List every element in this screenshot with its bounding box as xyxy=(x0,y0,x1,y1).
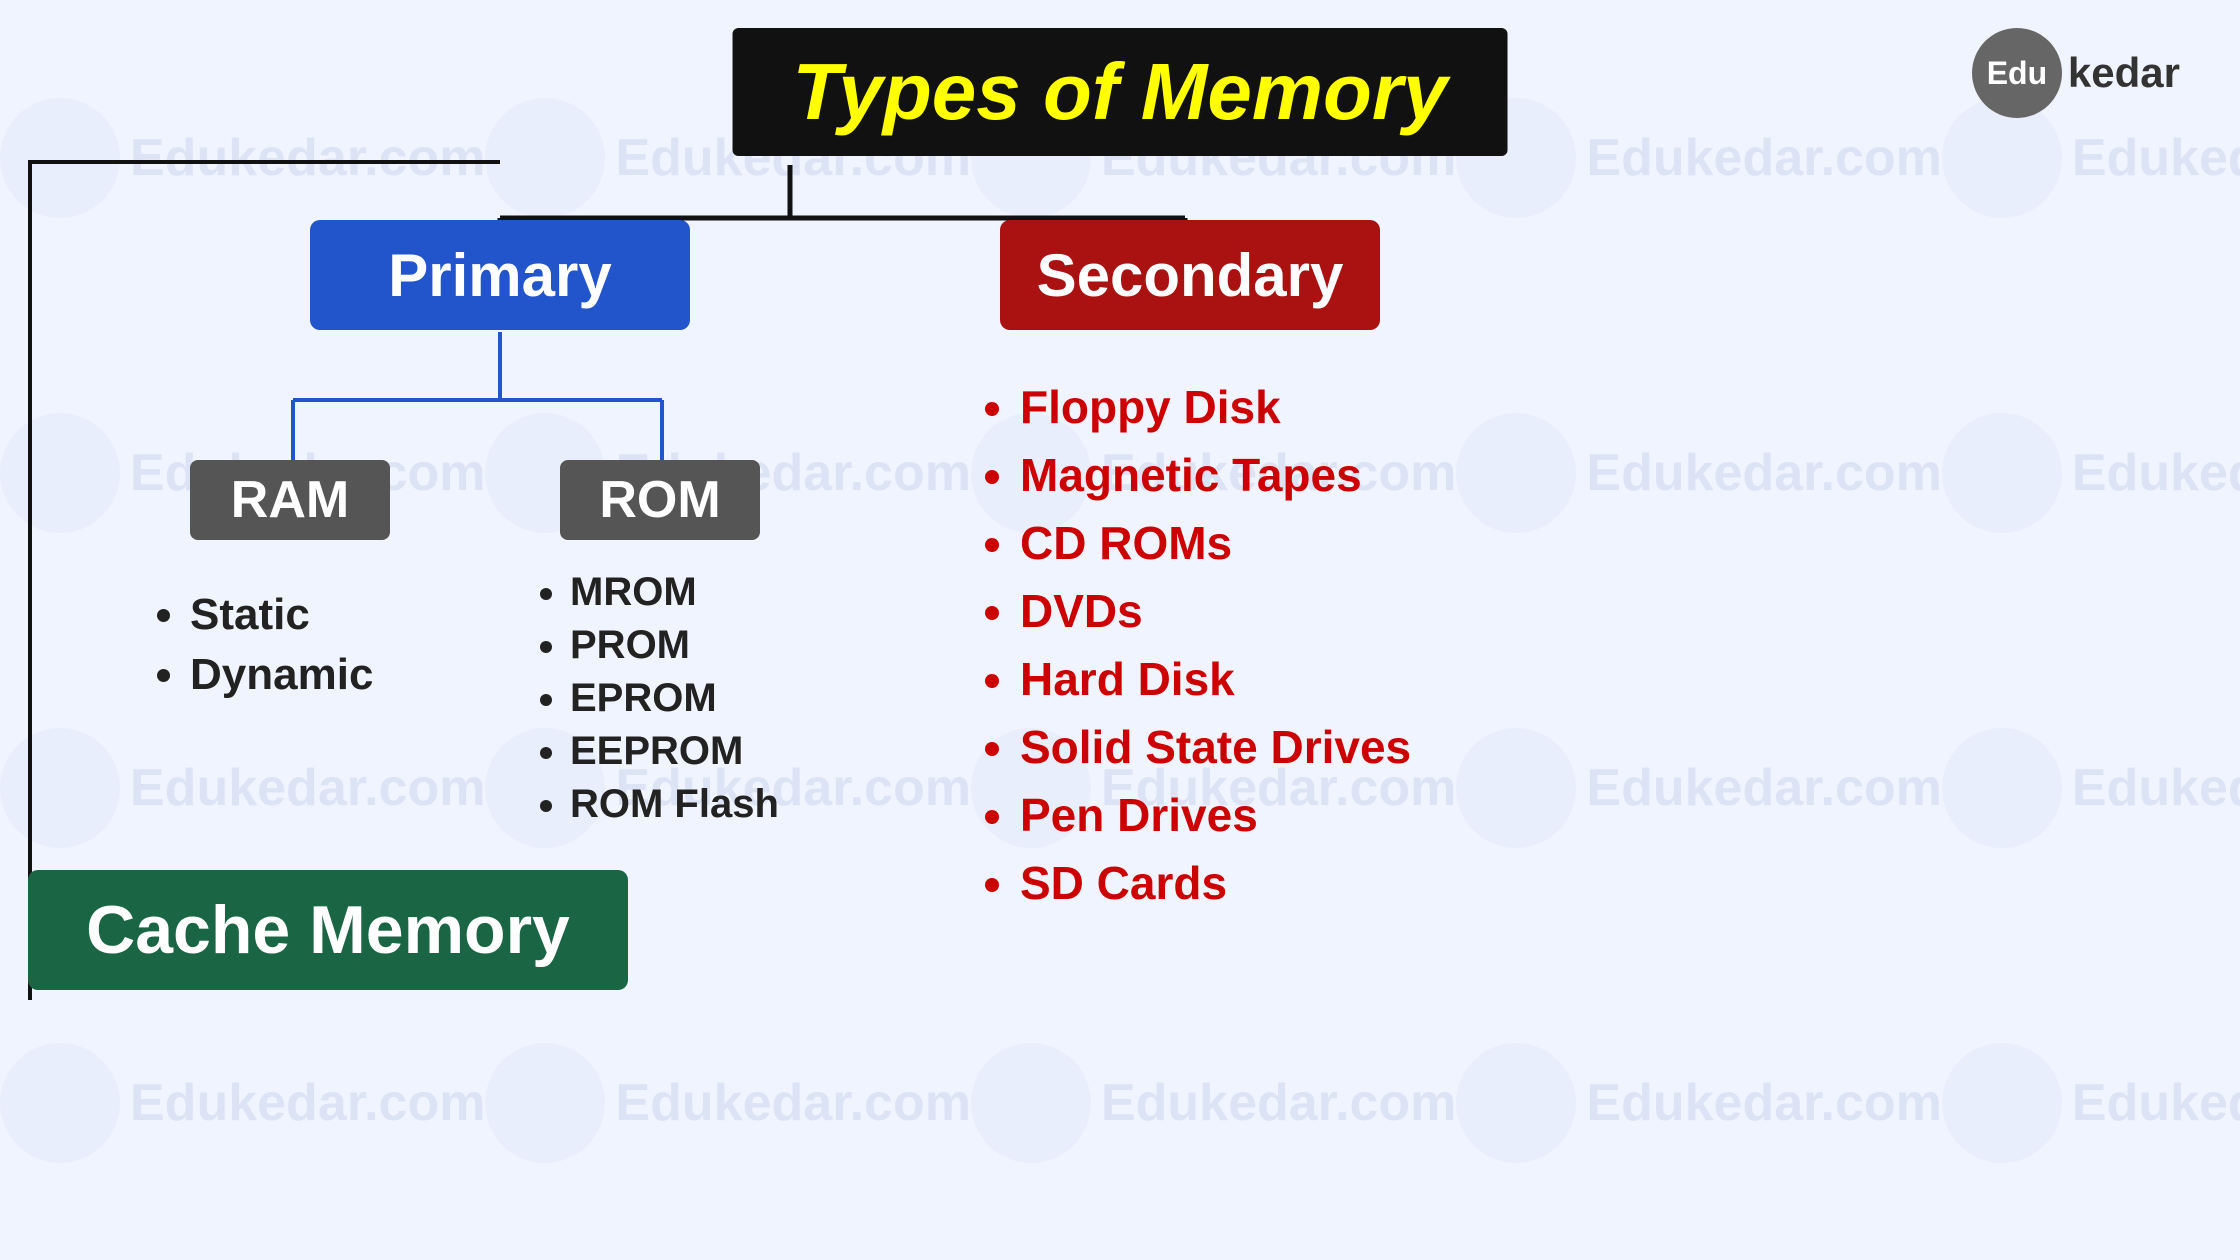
left-border-top-line xyxy=(28,160,500,164)
secondary-item-floppy: Floppy Disk xyxy=(1020,380,1411,434)
logo-text: kedar xyxy=(2068,49,2180,97)
logo-circle: Edu xyxy=(1972,28,2062,118)
rom-item-prom: PROM xyxy=(570,623,779,668)
ram-item-dynamic: Dynamic xyxy=(190,650,373,700)
primary-box: Primary xyxy=(310,220,690,330)
rom-item-flash: ROM Flash xyxy=(570,782,779,827)
secondary-label: Secondary xyxy=(1037,241,1344,310)
rom-items-list: MROM PROM EPROM EEPROM ROM Flash xyxy=(530,570,779,835)
secondary-box: Secondary xyxy=(1000,220,1380,330)
rom-item-eeprom: EEPROM xyxy=(570,729,779,774)
ram-label: RAM xyxy=(231,470,349,530)
cache-memory-box: Cache Memory xyxy=(28,870,628,990)
ram-items-list: Static Dynamic xyxy=(150,590,373,710)
rom-box: ROM xyxy=(560,460,760,540)
rom-list: MROM PROM EPROM EEPROM ROM Flash xyxy=(530,570,779,827)
secondary-item-hdd: Hard Disk xyxy=(1020,652,1411,706)
rom-item-eprom: EPROM xyxy=(570,676,779,721)
ram-list: Static Dynamic xyxy=(150,590,373,700)
secondary-list: Floppy Disk Magnetic Tapes CD ROMs DVDs … xyxy=(980,380,1411,910)
rom-label: ROM xyxy=(599,470,720,530)
secondary-item-cd: CD ROMs xyxy=(1020,516,1411,570)
primary-label: Primary xyxy=(388,241,611,310)
ram-box: RAM xyxy=(190,460,390,540)
logo: Edu kedar xyxy=(1972,28,2180,118)
secondary-item-dvd: DVDs xyxy=(1020,584,1411,638)
secondary-item-magnetic: Magnetic Tapes xyxy=(1020,448,1411,502)
secondary-item-ssd: Solid State Drives xyxy=(1020,720,1411,774)
logo-circle-text: Edu xyxy=(1987,55,2047,92)
secondary-items-list: Floppy Disk Magnetic Tapes CD ROMs DVDs … xyxy=(980,380,1411,924)
title-box: Types of Memory xyxy=(733,28,1508,156)
secondary-item-pen: Pen Drives xyxy=(1020,788,1411,842)
page-title: Types of Memory xyxy=(793,47,1448,136)
rom-item-mrom: MROM xyxy=(570,570,779,615)
ram-item-static: Static xyxy=(190,590,373,640)
cache-label: Cache Memory xyxy=(86,891,570,969)
secondary-item-sd: SD Cards xyxy=(1020,856,1411,910)
